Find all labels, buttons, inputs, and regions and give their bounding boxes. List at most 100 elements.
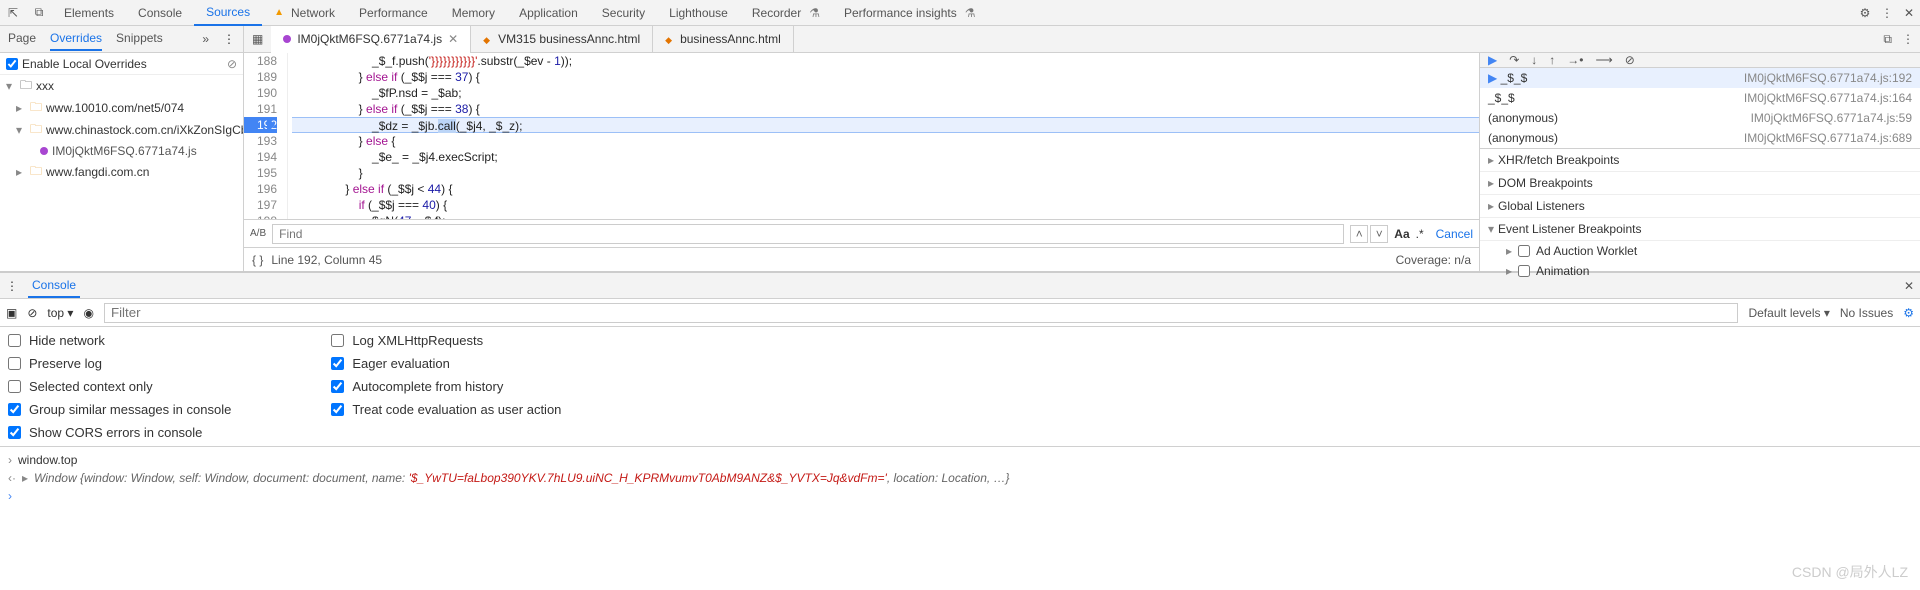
- enable-overrides-checkbox[interactable]: [6, 58, 18, 70]
- code-line[interactable]: _$_f.push('}}}}}}}}}}}'.substr(_$ev - 1)…: [292, 53, 1479, 69]
- console-option[interactable]: Eager evaluation: [331, 356, 561, 371]
- code-line[interactable]: } else if (_$$j === 37) {: [292, 69, 1479, 85]
- console-option[interactable]: Selected context only: [8, 379, 231, 394]
- stack-frame[interactable]: _$_$IM0jQktM6FSQ.6771a74.js:164: [1480, 88, 1920, 108]
- breakpoint-checkbox[interactable]: [1518, 265, 1530, 277]
- console-settings-icon[interactable]: ⚙: [1903, 306, 1914, 320]
- console-option[interactable]: Log XMLHttpRequests: [331, 333, 561, 348]
- console-output[interactable]: › window.top ‹· ▸ Window {window: Window…: [0, 447, 1920, 509]
- stack-frame[interactable]: ▶ _$_$IM0jQktM6FSQ.6771a74.js:192: [1480, 68, 1920, 88]
- code-line[interactable]: }: [292, 165, 1479, 181]
- match-case-button[interactable]: Aa: [1394, 227, 1409, 241]
- breakpoint-sub[interactable]: ▸Ad Auction Worklet: [1480, 241, 1920, 261]
- source[interactable]: _$_f.push('}}}}}}}}}}}'.substr(_$ev - 1)…: [288, 53, 1479, 219]
- option-checkbox[interactable]: [331, 380, 344, 393]
- console-option[interactable]: Autocomplete from history: [331, 379, 561, 394]
- console-option[interactable]: Preserve log: [8, 356, 231, 371]
- find-mode-icon[interactable]: A/B: [250, 228, 266, 239]
- breakpoint-category[interactable]: XHR/fetch Breakpoints: [1480, 149, 1920, 172]
- breakpoint-sub[interactable]: ▸Animation: [1480, 261, 1920, 281]
- cancel-button[interactable]: Cancel: [1436, 227, 1473, 241]
- clear-icon[interactable]: ⊘: [227, 57, 237, 71]
- regex-button[interactable]: .*: [1416, 227, 1424, 241]
- inspect-icon[interactable]: ⇱: [0, 6, 26, 20]
- step-into-icon[interactable]: ↓: [1531, 53, 1537, 67]
- close-icon[interactable]: ✕: [1898, 6, 1920, 20]
- stack-frame[interactable]: (anonymous)IM0jQktM6FSQ.6771a74.js:689: [1480, 128, 1920, 148]
- line-number[interactable]: 195: [244, 165, 277, 181]
- tab-recorder[interactable]: Recorder: [740, 0, 832, 26]
- console-filter-input[interactable]: [104, 303, 1739, 323]
- tab-security[interactable]: Security: [590, 0, 657, 26]
- console-option[interactable]: Treat code evaluation as user action: [331, 402, 561, 417]
- kebab-icon[interactable]: ⋮: [1876, 6, 1898, 20]
- breakpoint-category[interactable]: Event Listener Breakpoints: [1480, 218, 1920, 241]
- log-levels-select[interactable]: Default levels ▾: [1748, 306, 1829, 320]
- line-number[interactable]: 192: [244, 117, 277, 133]
- option-checkbox[interactable]: [8, 426, 21, 439]
- toggle-icon[interactable]: ⧉: [1883, 32, 1892, 47]
- subtab-page[interactable]: Page: [8, 27, 36, 51]
- console-option[interactable]: Show CORS errors in console: [8, 425, 231, 440]
- live-expression-icon[interactable]: ◉: [83, 306, 93, 320]
- console-option[interactable]: Group similar messages in console: [8, 402, 231, 417]
- console-tab[interactable]: Console: [28, 274, 80, 298]
- step-over-icon[interactable]: ↷: [1509, 53, 1519, 67]
- option-checkbox[interactable]: [8, 380, 21, 393]
- file-picker-icon[interactable]: ▦: [244, 32, 271, 46]
- stack-frame[interactable]: (anonymous)IM0jQktM6FSQ.6771a74.js:59: [1480, 108, 1920, 128]
- find-next-button[interactable]: ˅: [1370, 225, 1388, 243]
- option-checkbox[interactable]: [8, 357, 21, 370]
- tab-elements[interactable]: Elements: [52, 0, 126, 26]
- nav-file[interactable]: IM0jQktM6FSQ.6771a74.js: [0, 141, 243, 161]
- site-folder[interactable]: www.fangdi.com.cn: [46, 165, 149, 179]
- tab-application[interactable]: Application: [507, 0, 590, 26]
- site-folder[interactable]: www.chinastock.com.cn/iXkZonSIgCbQ: [46, 123, 244, 137]
- site-folder[interactable]: www.10010.com/net5/074: [46, 101, 184, 115]
- code-line[interactable]: } else if (_$$j < 44) {: [292, 181, 1479, 197]
- braces-icon[interactable]: { }: [252, 253, 263, 267]
- line-number[interactable]: 189: [244, 69, 277, 85]
- tab-network[interactable]: Network: [262, 0, 347, 26]
- context-select[interactable]: top ▾: [47, 306, 73, 320]
- subtab-snippets[interactable]: Snippets: [116, 27, 163, 51]
- code-line[interactable]: } else {: [292, 133, 1479, 149]
- expand-icon[interactable]: ▸: [22, 471, 28, 485]
- file-tab[interactable]: IM0jQktM6FSQ.6771a74.js✕: [271, 26, 471, 53]
- tab-lighthouse[interactable]: Lighthouse: [657, 0, 740, 26]
- chevron-down-icon[interactable]: [6, 79, 16, 93]
- deactivate-icon[interactable]: ⊘: [1625, 53, 1635, 67]
- drawer-kebab-icon[interactable]: ⋮: [6, 279, 18, 293]
- kebab-icon[interactable]: ⋮: [223, 32, 235, 46]
- issues-button[interactable]: No Issues: [1840, 306, 1893, 320]
- tab-performance-insights[interactable]: Performance insights: [832, 0, 987, 26]
- chevron-icon[interactable]: [16, 123, 26, 137]
- resume-icon[interactable]: ▶: [1488, 53, 1497, 67]
- option-checkbox[interactable]: [8, 334, 21, 347]
- sidebar-toggle-icon[interactable]: ▣: [6, 306, 17, 320]
- root-folder[interactable]: xxx: [36, 79, 54, 93]
- code-line[interactable]: if (_$$j === 40) {: [292, 197, 1479, 213]
- breakpoint-category[interactable]: Global Listeners: [1480, 195, 1920, 218]
- line-number[interactable]: 193: [244, 133, 277, 149]
- file-tab[interactable]: VM315 businessAnnc.html: [471, 26, 653, 53]
- step-out-icon[interactable]: ↑: [1549, 53, 1555, 67]
- step-next-icon[interactable]: ⟶: [1596, 53, 1613, 67]
- option-checkbox[interactable]: [331, 334, 344, 347]
- code-line[interactable]: _$fP.nsd = _$ab;: [292, 85, 1479, 101]
- tab-console[interactable]: Console: [126, 0, 194, 26]
- line-number[interactable]: 190: [244, 85, 277, 101]
- more-icon[interactable]: »: [202, 32, 209, 46]
- line-number[interactable]: 191: [244, 101, 277, 117]
- code-area[interactable]: 188189190191192193194195196197198 _$_f.p…: [244, 53, 1479, 219]
- option-checkbox[interactable]: [331, 357, 344, 370]
- option-checkbox[interactable]: [331, 403, 344, 416]
- gutter[interactable]: 188189190191192193194195196197198: [244, 53, 288, 219]
- chevron-icon[interactable]: [16, 165, 26, 179]
- settings-icon[interactable]: ⚙: [1854, 6, 1876, 20]
- tab-sources[interactable]: Sources: [194, 0, 262, 26]
- tab-memory[interactable]: Memory: [440, 0, 507, 26]
- subtab-overrides[interactable]: Overrides: [50, 27, 102, 51]
- line-number[interactable]: 194: [244, 149, 277, 165]
- close-icon[interactable]: ✕: [448, 32, 458, 46]
